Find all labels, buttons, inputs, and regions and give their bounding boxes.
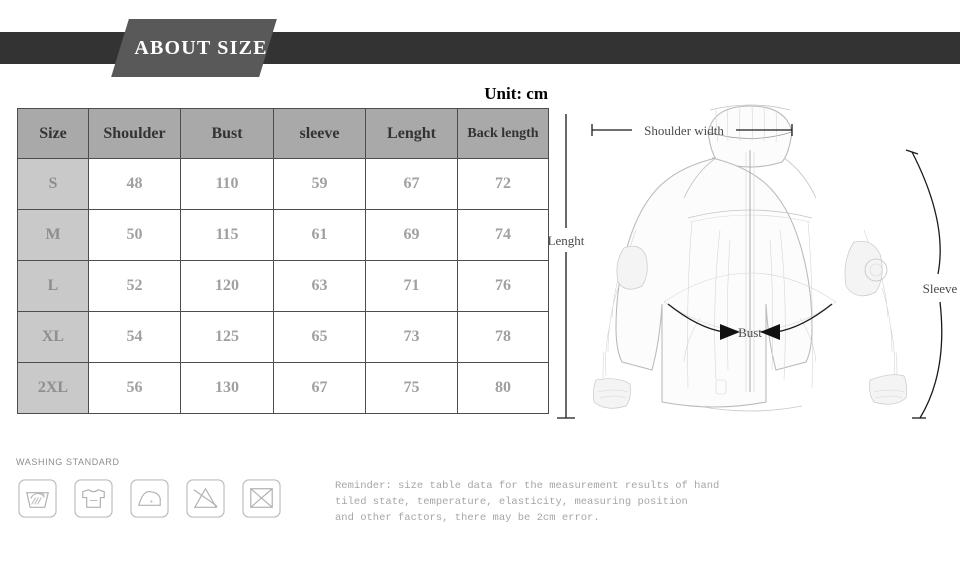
cell-back-length: 80 [457, 362, 549, 414]
cell-back-length: 76 [457, 260, 549, 312]
cell-lenght: 69 [365, 209, 458, 261]
table-row: 2XL 56 130 67 75 80 [17, 362, 549, 414]
cell-bust: 125 [180, 311, 274, 363]
dry-flat-icon [74, 479, 113, 518]
do-not-tumble-dry-icon [242, 479, 281, 518]
table-row: L 52 120 63 71 76 [17, 260, 549, 312]
cell-lenght: 73 [365, 311, 458, 363]
cell-back-length: 72 [457, 158, 549, 210]
cell-sleeve: 65 [273, 311, 366, 363]
cell-bust: 115 [180, 209, 274, 261]
cell-lenght: 75 [365, 362, 458, 414]
unit-label: Unit: cm [484, 84, 548, 103]
cell-sleeve: 63 [273, 260, 366, 312]
table-header-row: Size Shoulder Bust sleeve Lenght Back le… [17, 108, 549, 159]
sleeve-label: Sleeve [923, 281, 958, 296]
washing-standard-title: WASHING STANDARD [16, 457, 120, 467]
column-header-back-length: Back length [457, 108, 549, 159]
cell-sleeve: 61 [273, 209, 366, 261]
size-table: Size Shoulder Bust sleeve Lenght Back le… [17, 108, 549, 414]
table-row: S 48 110 59 67 72 [17, 158, 549, 210]
cell-bust: 130 [180, 362, 274, 414]
cell-size: M [17, 209, 89, 261]
column-header-size: Size [17, 108, 89, 159]
cell-sleeve: 59 [273, 158, 366, 210]
cell-bust: 120 [180, 260, 274, 312]
shoulder-width-label: Shoulder width [644, 123, 724, 138]
cell-shoulder: 52 [88, 260, 181, 312]
hand-wash-icon [18, 479, 57, 518]
column-header-bust: Bust [180, 108, 274, 159]
cell-shoulder: 50 [88, 209, 181, 261]
cell-size: L [17, 260, 89, 312]
cell-shoulder: 56 [88, 362, 181, 414]
page-title: ABOUT SIZE [134, 37, 268, 59]
cell-lenght: 67 [365, 158, 458, 210]
cell-size: XL [17, 311, 89, 363]
lenght-label: Lenght [548, 233, 585, 248]
column-header-lenght: Lenght [365, 108, 458, 159]
sleeve-measure: Sleeve [905, 149, 958, 419]
do-not-bleach-icon [186, 479, 225, 518]
cell-shoulder: 48 [88, 158, 181, 210]
cell-sleeve: 67 [273, 362, 366, 414]
lenght-measure: Lenght [548, 114, 585, 419]
washing-icons-row [18, 479, 281, 518]
table-row: M 50 115 61 69 74 [17, 209, 549, 261]
column-header-sleeve: sleeve [273, 108, 366, 159]
jacket-illustration [592, 104, 908, 412]
table-row: XL 54 125 65 73 78 [17, 311, 549, 363]
bust-label: Bust [738, 325, 762, 340]
cell-back-length: 78 [457, 311, 549, 363]
column-header-shoulder: Shoulder [88, 108, 181, 159]
cell-shoulder: 54 [88, 311, 181, 363]
cell-size: S [17, 158, 89, 210]
cell-size: 2XL [17, 362, 89, 414]
jacket-diagram: Shoulder width Lenght Bust Sleeve [540, 80, 960, 440]
cell-back-length: 74 [457, 209, 549, 261]
cell-bust: 110 [180, 158, 274, 210]
iron-low-heat-icon [130, 479, 169, 518]
cell-lenght: 71 [365, 260, 458, 312]
reminder-text: Reminder: size table data for the measur… [335, 480, 720, 524]
